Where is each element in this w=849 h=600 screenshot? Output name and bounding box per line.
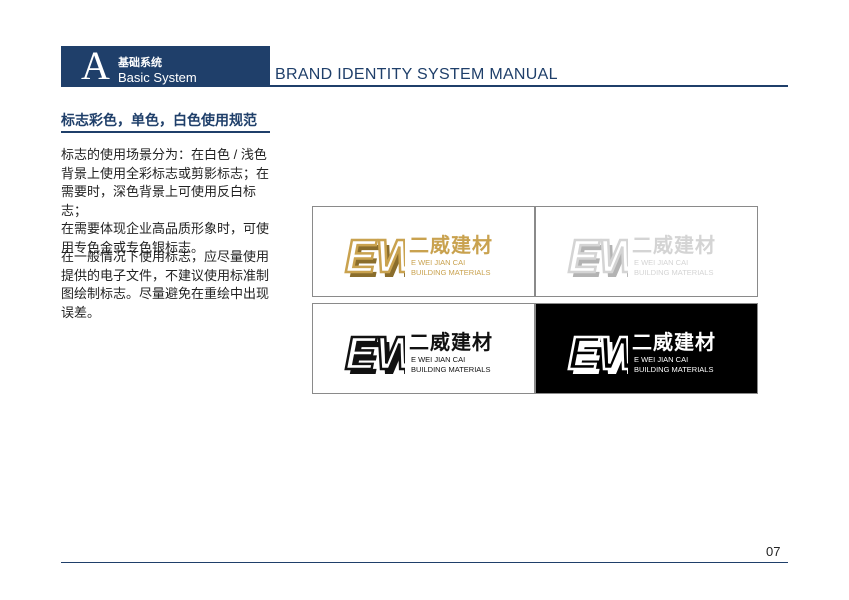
text-line: 图绘制标志。尽量避免在重绘中出现: [61, 286, 270, 301]
page-number: 07: [766, 544, 781, 559]
section-title-cn: 基础系统: [118, 57, 162, 69]
logo-name-cn: 二威建材: [632, 332, 716, 354]
brand-logo: EW EW 二威建材 E WEI JIAN CAI BUILDING MATER…: [566, 324, 756, 380]
ew-logo-mark-icon: EW EW: [567, 229, 628, 283]
svg-text:EW: EW: [345, 230, 405, 282]
text-line: 提供的电子文件，不建议使用标准制: [61, 267, 270, 283]
svg-text:EW: EW: [568, 327, 628, 379]
ew-logo-mark-icon: EW EW: [344, 229, 405, 283]
brand-logo: EW EW 二威建材 E WEI JIAN CAI BUILDING MATER…: [343, 227, 533, 283]
text-line: 背景上使用全彩标志或剪影标志；在: [61, 165, 270, 181]
logo-name-en: E WEI JIAN CAI: [634, 258, 689, 267]
brand-logo: EW EW 二威建材 E WEI JIAN CAI BUILDING MATER…: [343, 324, 533, 380]
text-line: 在需要体现企业高品质形象时，可使: [61, 221, 270, 236]
logo-tagline-en: BUILDING MATERIALS: [411, 268, 491, 277]
section-title-en: Basic System: [118, 70, 197, 85]
ew-logo-mark-icon: EW EW: [567, 326, 628, 380]
logo-name-en: E WEI JIAN CAI: [634, 355, 689, 364]
logo-panel-gold: EW EW 二威建材 E WEI JIAN CAI BUILDING MATER…: [312, 206, 535, 297]
ew-logo-mark-icon: EW EW: [344, 326, 405, 380]
logo-tagline-en: BUILDING MATERIALS: [634, 365, 714, 374]
header-divider: [270, 85, 788, 87]
text-line: 需要时，深色背景上可使用反白标志；: [61, 184, 257, 218]
text-line: 在一般情况下使用标志，应尽量使用: [61, 249, 270, 264]
brand-logo: EW EW 二威建材 E WEI JIAN CAI BUILDING MATER…: [566, 227, 756, 283]
manual-title: BRAND IDENTITY SYSTEM MANUAL: [275, 66, 558, 83]
logo-name-en: E WEI JIAN CAI: [411, 355, 466, 364]
text-line: 误差。: [61, 304, 101, 320]
logo-name-en: E WEI JIAN CAI: [411, 258, 466, 267]
subtitle-divider: [61, 131, 270, 133]
logo-panel-silver: EW EW 二威建材 E WEI JIAN CAI BUILDING MATER…: [535, 206, 758, 297]
svg-text:EW: EW: [345, 327, 405, 379]
text-line: 标志的使用场景分为：在白色 / 浅色: [61, 147, 267, 162]
logo-tagline-en: BUILDING MATERIALS: [634, 268, 714, 277]
svg-text:EW: EW: [568, 230, 628, 282]
section-header-block: A 基础系统 Basic System: [61, 43, 270, 88]
page-subtitle: 标志彩色，单色，白色使用规范: [61, 112, 257, 128]
logo-tagline-en: BUILDING MATERIALS: [411, 365, 491, 374]
usage-paragraph: 标志的使用场景分为：在白色 / 浅色 背景上使用全彩标志或剪影标志；在 需要时，…: [61, 146, 273, 257]
logo-name-cn: 二威建材: [632, 235, 716, 257]
logo-name-cn: 二威建材: [409, 235, 493, 257]
file-usage-paragraph: 在一般情况下使用标志，应尽量使用 提供的电子文件，不建议使用标准制 图绘制标志。…: [61, 248, 273, 322]
footer-divider: [61, 562, 788, 563]
logo-name-cn: 二威建材: [409, 332, 493, 354]
logo-panel-reverse: EW EW 二威建材 E WEI JIAN CAI BUILDING MATER…: [535, 303, 758, 394]
section-letter: A: [81, 43, 110, 88]
logo-panel-black: EW EW 二威建材 E WEI JIAN CAI BUILDING MATER…: [312, 303, 535, 394]
